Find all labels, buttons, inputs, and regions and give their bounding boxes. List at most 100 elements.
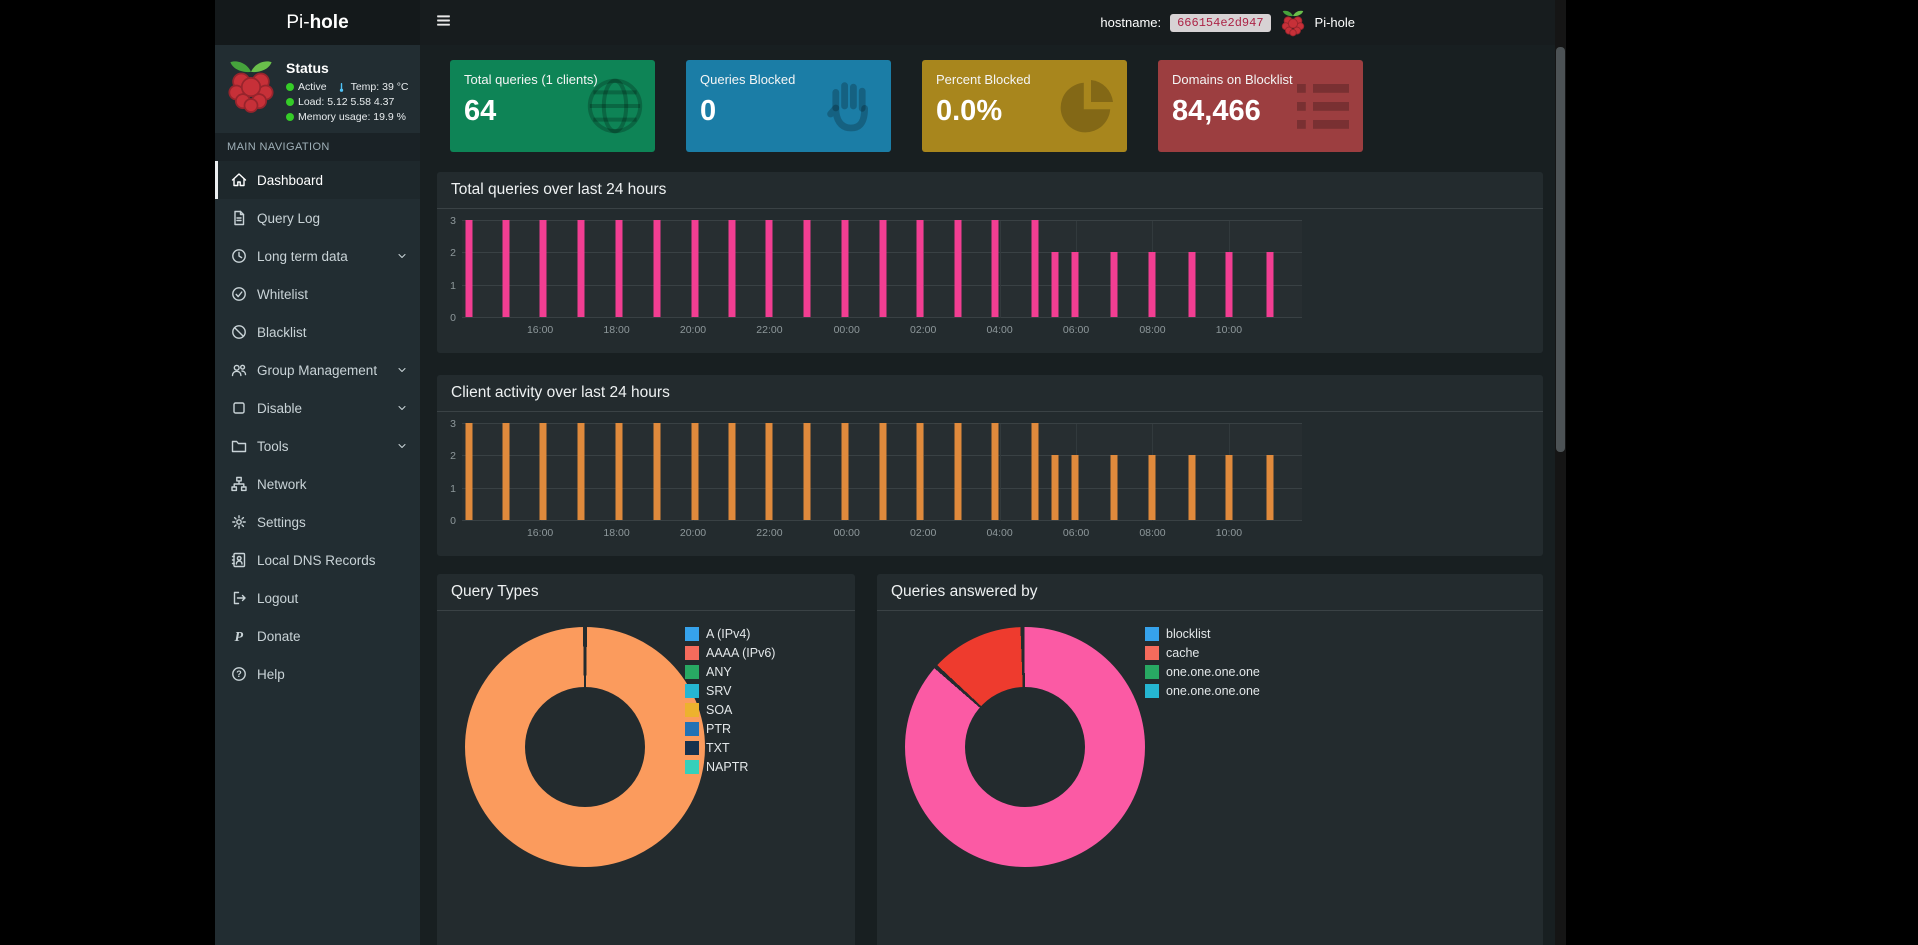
sidebar-item-donate[interactable]: P Donate bbox=[215, 617, 420, 655]
sidebar-item-blacklist[interactable]: Blacklist bbox=[215, 313, 420, 351]
pie-chart-icon bbox=[1055, 74, 1119, 143]
raspberry-logo-icon bbox=[225, 57, 277, 115]
legend-item-srv[interactable]: SRV bbox=[685, 684, 775, 698]
bar bbox=[1188, 455, 1196, 520]
legend-item-one-one-one-one[interactable]: one.one.one.one bbox=[1145, 684, 1260, 698]
x-axis-tick: 22:00 bbox=[756, 324, 783, 336]
sidebar-item-settings[interactable]: Settings bbox=[215, 503, 420, 541]
svg-text:P: P bbox=[234, 630, 243, 644]
bar bbox=[465, 220, 473, 317]
bar bbox=[803, 220, 811, 317]
legend-label: AAAA (IPv6) bbox=[706, 646, 776, 660]
sidebar-toggle-button[interactable] bbox=[420, 12, 467, 34]
sidebar-item-long-term-data[interactable]: Long term data bbox=[215, 237, 420, 275]
legend-swatch bbox=[1145, 684, 1159, 698]
bar bbox=[691, 423, 699, 520]
summary-cards-row: Total queries (1 clients) 64 Queries Blo… bbox=[437, 60, 1543, 152]
legend-item-aaaa-ipv6[interactable]: AAAA (IPv6) bbox=[685, 646, 775, 660]
bar bbox=[1071, 455, 1079, 520]
x-axis-tick: 10:00 bbox=[1215, 527, 1243, 539]
bar bbox=[1031, 220, 1039, 317]
legend-swatch bbox=[685, 684, 699, 698]
thermometer-icon bbox=[336, 82, 347, 93]
bar bbox=[1110, 455, 1118, 520]
legend-item-txt[interactable]: TXT bbox=[685, 741, 775, 755]
bar bbox=[653, 423, 661, 520]
sidebar-item-network[interactable]: Network bbox=[215, 465, 420, 503]
globe-icon bbox=[583, 74, 647, 143]
clock-icon bbox=[230, 248, 247, 264]
stop-icon bbox=[230, 400, 247, 416]
answered-by-legend: blocklist cache one.one.one.one one.one.… bbox=[1145, 627, 1260, 703]
sidebar-item-label: Dashboard bbox=[257, 172, 324, 188]
bar-chart-plot: 0 1 2 3 16:00 18:00 20:00 22:00 00:00 02:00 04:00 0… bbox=[450, 418, 1302, 539]
sidebar-item-logout[interactable]: Logout bbox=[215, 579, 420, 617]
sidebar-item-whitelist[interactable]: Whitelist bbox=[215, 275, 420, 313]
sidebar-item-query-log[interactable]: Query Log bbox=[215, 199, 420, 237]
scrollbar-thumb[interactable] bbox=[1556, 47, 1565, 452]
legend-item-soa[interactable]: SOA bbox=[685, 703, 775, 717]
sidebar-item-label: Donate bbox=[257, 628, 301, 644]
bar bbox=[1071, 252, 1079, 317]
legend-item-cache[interactable]: cache bbox=[1145, 646, 1260, 660]
brand-link[interactable]: Pi-hole bbox=[215, 0, 420, 45]
card-queries-blocked: Queries Blocked 0 bbox=[686, 60, 891, 152]
green-dot-icon bbox=[286, 98, 294, 106]
brand-text-bold: hole bbox=[309, 11, 349, 33]
legend-item-ptr[interactable]: PTR bbox=[685, 722, 775, 736]
panel-queries-answered-by: Queries answered by blocklist cache one.… bbox=[877, 574, 1543, 945]
x-axis-tick: 08:00 bbox=[1139, 527, 1166, 539]
bar bbox=[577, 220, 585, 317]
bar bbox=[1051, 455, 1059, 520]
status-item: Memory usage: 19.9 % bbox=[286, 111, 406, 123]
top-navbar: Pi-hole hostname: 666154e2d947 Pi-hole bbox=[215, 0, 1555, 45]
legend-item-one-one-one-one[interactable]: one.one.one.one bbox=[1145, 665, 1260, 679]
query-types-legend: A (IPv4) AAAA (IPv6) ANY SRV SOA PTR TXT… bbox=[685, 627, 775, 779]
sidebar-item-dashboard[interactable]: Dashboard bbox=[215, 161, 420, 199]
bar bbox=[841, 220, 849, 317]
y-axis-tick: 0 bbox=[450, 312, 456, 324]
question-icon: ? bbox=[230, 666, 247, 682]
pihole-admin-app: Pi-hole hostname: 666154e2d947 Pi-hole S… bbox=[215, 0, 1555, 945]
sidebar-item-group-management[interactable]: Group Management bbox=[215, 351, 420, 389]
hostname-label: hostname: bbox=[1100, 15, 1162, 30]
legend-item-any[interactable]: ANY bbox=[685, 665, 775, 679]
x-axis-tick: 10:00 bbox=[1215, 324, 1243, 336]
bar bbox=[916, 423, 924, 520]
legend-item-blocklist[interactable]: blocklist bbox=[1145, 627, 1260, 641]
x-axis-tick: 04:00 bbox=[986, 324, 1013, 336]
sidebar-item-tools[interactable]: Tools bbox=[215, 427, 420, 465]
bar bbox=[502, 423, 510, 520]
bottom-panels-row: Query Types A (IPv4) AAAA (IPv6) ANY SRV… bbox=[437, 574, 1543, 945]
card-percent-blocked: Percent Blocked 0.0% bbox=[922, 60, 1127, 152]
check-circle-icon bbox=[230, 286, 247, 302]
x-axis-tick: 00:00 bbox=[833, 527, 860, 539]
legend-item-a-ipv4[interactable]: A (IPv4) bbox=[685, 627, 775, 641]
sidebar-item-disable[interactable]: Disable bbox=[215, 389, 420, 427]
legend-swatch bbox=[685, 703, 699, 717]
sidebar-item-local-dns-records[interactable]: Local DNS Records bbox=[215, 541, 420, 579]
x-axis-tick: 16:00 bbox=[526, 527, 554, 539]
legend-label: TXT bbox=[706, 741, 730, 755]
legend-label: A (IPv4) bbox=[706, 627, 751, 641]
x-axis-tick: 06:00 bbox=[1062, 324, 1090, 336]
navbar-right: hostname: 666154e2d947 Pi-hole bbox=[1100, 9, 1355, 37]
svg-text:?: ? bbox=[236, 669, 242, 679]
sidebar-item-help[interactable]: ? Help bbox=[215, 655, 420, 693]
bar bbox=[653, 220, 661, 317]
file-icon bbox=[230, 210, 247, 226]
legend-item-naptr[interactable]: NAPTR bbox=[685, 760, 775, 774]
bar-chart-plot: 0 1 2 3 16:00 18:00 20:00 22:00 00:00 02:00 04:00 0… bbox=[450, 215, 1302, 336]
sidebar-item-label: Help bbox=[257, 666, 285, 682]
sidebar-item-label: Long term data bbox=[257, 248, 348, 264]
panel-title: Total queries over last 24 hours bbox=[437, 172, 1543, 209]
address-book-icon bbox=[230, 552, 247, 568]
status-item: Load: 5.12 5.58 4.37 bbox=[286, 96, 394, 108]
query-types-doughnut-chart bbox=[465, 627, 705, 867]
legend-label: NAPTR bbox=[706, 760, 749, 774]
bar bbox=[841, 423, 849, 520]
bar bbox=[1225, 455, 1233, 520]
paypal-icon: P bbox=[230, 628, 247, 644]
bar bbox=[1148, 252, 1156, 317]
page-scrollbar[interactable] bbox=[1555, 0, 1566, 945]
